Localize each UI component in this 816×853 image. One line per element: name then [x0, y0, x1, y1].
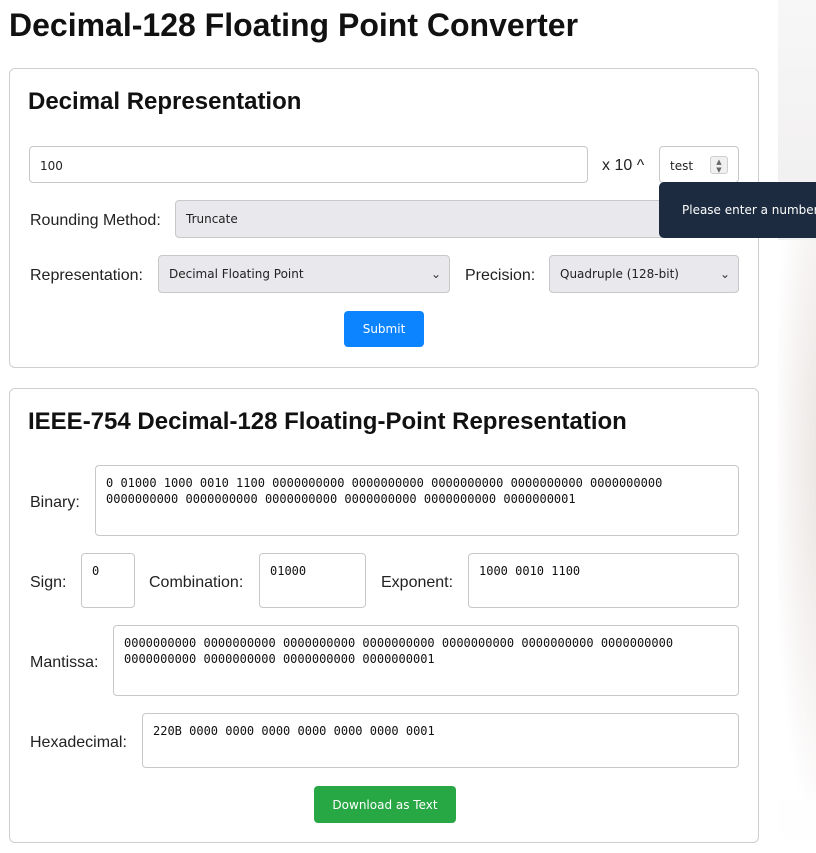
submit-button-label: Submit — [362, 322, 406, 336]
precision-label: Precision: — [465, 267, 536, 284]
exponent-input-value: test — [670, 159, 694, 173]
representation-label: Representation: — [30, 267, 143, 284]
page-title: Decimal-128 Floating Point Converter — [9, 7, 579, 43]
rounding-method-label: Rounding Method: — [30, 212, 161, 229]
hexadecimal-output[interactable]: 220B 0000 0000 0000 0000 0000 0000 0001 — [142, 713, 739, 768]
times-ten-label: x 10 ^ — [602, 157, 645, 174]
background-image-strip — [778, 0, 816, 853]
mantissa-output[interactable]: 0000000000 0000000000 0000000000 0000000… — [113, 625, 739, 696]
sign-label: Sign: — [30, 574, 67, 591]
combination-label: Combination: — [149, 574, 244, 591]
combination-output[interactable]: 01000 — [259, 553, 366, 608]
representation-value: Decimal Floating Point — [169, 267, 304, 281]
precision-select[interactable]: Quadruple (128-bit) ⌄ — [549, 255, 739, 293]
spinner-arrows-icon[interactable]: ▲ ▼ — [710, 156, 728, 174]
exponent-label: Exponent: — [381, 574, 454, 591]
number-input[interactable]: 100 — [29, 146, 588, 183]
binary-label: Binary: — [30, 494, 80, 511]
precision-value: Quadruple (128-bit) — [560, 267, 679, 281]
decimal-section-heading: Decimal Representation — [28, 88, 302, 115]
rounding-method-value: Truncate — [186, 212, 238, 226]
representation-select[interactable]: Decimal Floating Point ⌄ — [158, 255, 450, 293]
chevron-down-icon: ⌄ — [719, 267, 730, 281]
download-button-label: Download as Text — [332, 797, 438, 812]
exponent-input[interactable]: test ▲ ▼ — [659, 146, 739, 183]
chevron-down-icon: ⌄ — [430, 267, 441, 281]
exponent-output[interactable]: 1000 0010 1100 — [468, 553, 739, 608]
ieee-section-heading: IEEE-754 Decimal-128 Floating-Point Repr… — [28, 408, 627, 435]
sign-output[interactable]: 0 — [81, 553, 135, 608]
validation-tooltip-text: Please enter a number. — [682, 203, 816, 217]
validation-tooltip: Please enter a number. — [659, 182, 816, 238]
decimal-representation-card: Decimal Representation 100 x 10 ^ test ▲… — [9, 68, 759, 368]
binary-output[interactable]: 0 01000 1000 0010 1100 0000000000 000000… — [95, 465, 739, 536]
submit-button[interactable]: Submit — [344, 311, 424, 347]
ieee-representation-card: IEEE-754 Decimal-128 Floating-Point Repr… — [9, 388, 759, 843]
background-image-blob — [778, 240, 816, 800]
rounding-method-select[interactable]: Truncate — [175, 200, 739, 238]
hexadecimal-label: Hexadecimal: — [30, 734, 127, 751]
download-as-text-button[interactable]: Download as Text — [314, 786, 456, 823]
number-input-value: 100 — [40, 159, 63, 173]
mantissa-label: Mantissa: — [30, 654, 99, 671]
